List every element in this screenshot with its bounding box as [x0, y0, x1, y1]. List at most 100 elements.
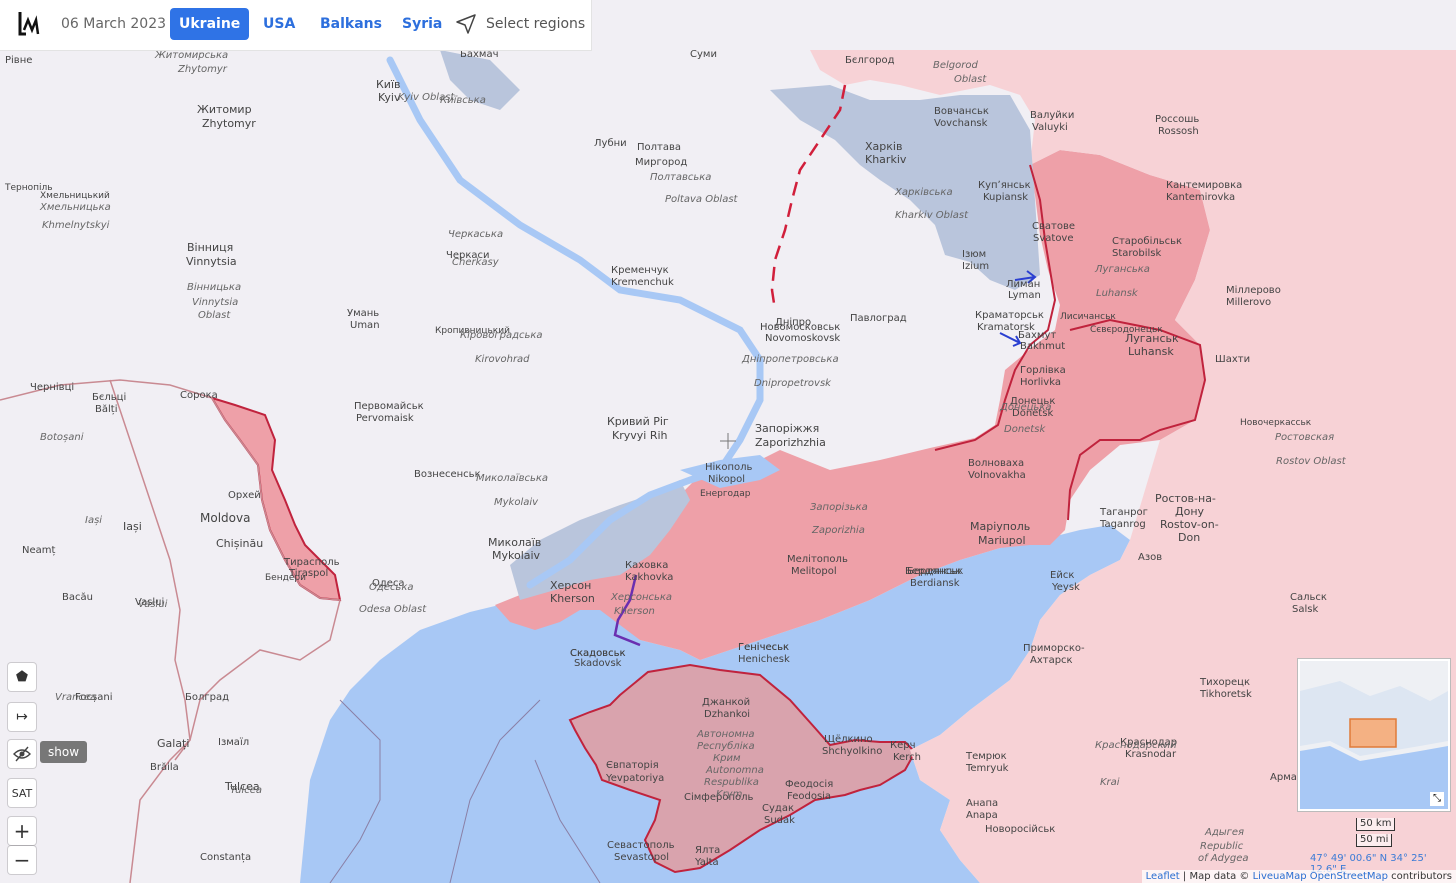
place-label: Pervomaisk [356, 413, 414, 424]
place-label: Нікополь [705, 461, 753, 473]
draw-polygon-button[interactable]: ⬟ [8, 663, 36, 691]
liveuamap-logo-icon[interactable] [16, 10, 44, 40]
place-label: Купʼянськ [978, 180, 1031, 191]
place-label: Запоріжжя [755, 422, 819, 435]
map-canvas[interactable]: ЖитомирZhytomyrКиївKyivВінницяVinnytsiaХ… [0, 0, 1456, 883]
place-label: Болград [185, 692, 229, 703]
tab-ukraine[interactable]: Ukraine [170, 8, 250, 40]
place-label: Тирасполь [283, 557, 340, 568]
place-label: Henichesk [738, 654, 790, 665]
region-label: Zhytomyr [177, 64, 228, 75]
place-label: Каховка [625, 560, 668, 571]
region-label: Запорізька [810, 501, 868, 513]
attribution-text: | Map data © [1179, 871, 1253, 882]
place-label: Павлоград [850, 313, 907, 324]
place-label: Dzhankoi [704, 709, 750, 720]
place-label: Volnovakha [968, 470, 1026, 481]
place-label: Мелітополь [787, 553, 848, 565]
place-label: Kakhovka [625, 572, 673, 583]
place-label: Таганрог [1099, 507, 1148, 518]
minimap-canvas [1300, 661, 1448, 809]
place-label: Kherson [550, 592, 595, 605]
measure-button[interactable]: ↦ [8, 703, 36, 731]
tab-usa[interactable]: USA [254, 8, 304, 40]
place-label: Melitopol [791, 566, 837, 577]
region-label: Vinnytsia [192, 297, 238, 308]
region-label: Luhansk [1096, 288, 1139, 299]
place-label: Скадовськ [570, 648, 626, 659]
tab-syria[interactable]: Syria [393, 8, 451, 40]
place-label: Kantemirovka [1166, 192, 1235, 203]
place-label: Лубни [594, 138, 627, 149]
leaflet-link[interactable]: Leaflet [1146, 871, 1180, 882]
region-label: Vaslui [138, 599, 168, 610]
zoom-out-button[interactable]: − [8, 846, 36, 874]
region-label: Республіка [697, 740, 755, 752]
place-label: Sudak [764, 815, 795, 826]
tab-balkans[interactable]: Balkans [311, 8, 391, 40]
region-label: Полтавська [650, 172, 711, 183]
attribution-contributors: contributors [1388, 871, 1452, 882]
place-label: Ялта [695, 845, 720, 856]
toggle-visibility-button[interactable] [8, 740, 36, 768]
region-label: Миколаївська [476, 473, 548, 484]
place-label: Щёлкино [824, 734, 873, 745]
place-label: Galați [157, 737, 189, 750]
place-label: Горлівка [1020, 364, 1066, 376]
osm-link[interactable]: OpenStreetMap [1310, 871, 1388, 882]
place-label: Moldova [200, 511, 250, 525]
top-bar: 06 March 2023 Ukraine USA Balkans Syria … [0, 0, 592, 51]
place-label: Luhansk [1128, 345, 1174, 358]
place-label: Brăila [150, 762, 179, 773]
region-label: Oblast [954, 74, 987, 85]
place-label: Бєльці [92, 391, 126, 403]
minimap-toggle-icon[interactable]: ⤡ [1430, 792, 1444, 806]
place-label: Новоросійськ [985, 823, 1055, 835]
place-label: Херсон [550, 579, 591, 592]
place-label: Ростов-на- [1155, 492, 1216, 505]
place-label: Феодосія [785, 778, 833, 790]
region-label: Крим [713, 753, 741, 764]
place-label: Дону [1175, 505, 1205, 518]
place-label: Yevpatoriya [605, 773, 664, 784]
place-label: Анапа [966, 798, 998, 809]
place-label: Судак [762, 803, 794, 814]
place-label: Lyman [1008, 290, 1041, 301]
place-label: Nikopol [708, 474, 745, 485]
place-label: Uman [350, 320, 380, 331]
liveuamap-link[interactable]: LiveuaMap [1253, 871, 1307, 882]
place-label: Вінниця [187, 241, 233, 254]
place-label: Svatove [1033, 233, 1074, 244]
zoom-in-button[interactable]: + [8, 817, 36, 845]
place-label: Novomoskovsk [765, 333, 840, 344]
sat-toggle-button[interactable]: SAT [8, 779, 36, 807]
region-label: Луганська [1094, 264, 1150, 275]
place-label: Київ [376, 78, 401, 91]
place-label: Skadovsk [574, 658, 622, 669]
place-label: Полтава [637, 142, 681, 153]
place-label: Миргород [635, 157, 687, 168]
attribution: Leaflet | Map data © LiveuaMap OpenStree… [1141, 870, 1456, 883]
region-label: Ростовская [1275, 432, 1334, 443]
region-label: Kherson [614, 606, 655, 617]
place-label: Валуйки [1030, 110, 1074, 121]
region-label: Belgorod [933, 60, 978, 71]
region-label: Rostov Oblast [1276, 456, 1347, 467]
region-label: Київська [440, 95, 486, 106]
region-label: Черкаська [448, 229, 503, 240]
date-label[interactable]: 06 March 2023 [61, 16, 166, 32]
place-label: Tikhoretsk [1199, 689, 1252, 700]
navigation-arrow-icon [456, 14, 476, 34]
minimap[interactable]: ⤡ [1298, 659, 1450, 811]
select-regions-button[interactable]: Select regions [454, 12, 585, 36]
region-label: Autonomna [705, 765, 764, 776]
place-label: Приморско- [1023, 643, 1085, 654]
place-label: Бендери [265, 573, 306, 583]
place-label: Сорока [180, 390, 218, 401]
region-label: Харківська [894, 186, 953, 198]
place-label: Євпаторія [606, 759, 659, 771]
place-label: Кременчук [611, 265, 669, 276]
place-label: Чернівці [30, 381, 74, 393]
place-label: Feodosia [787, 791, 831, 802]
place-label: Темрюк [965, 751, 1007, 762]
